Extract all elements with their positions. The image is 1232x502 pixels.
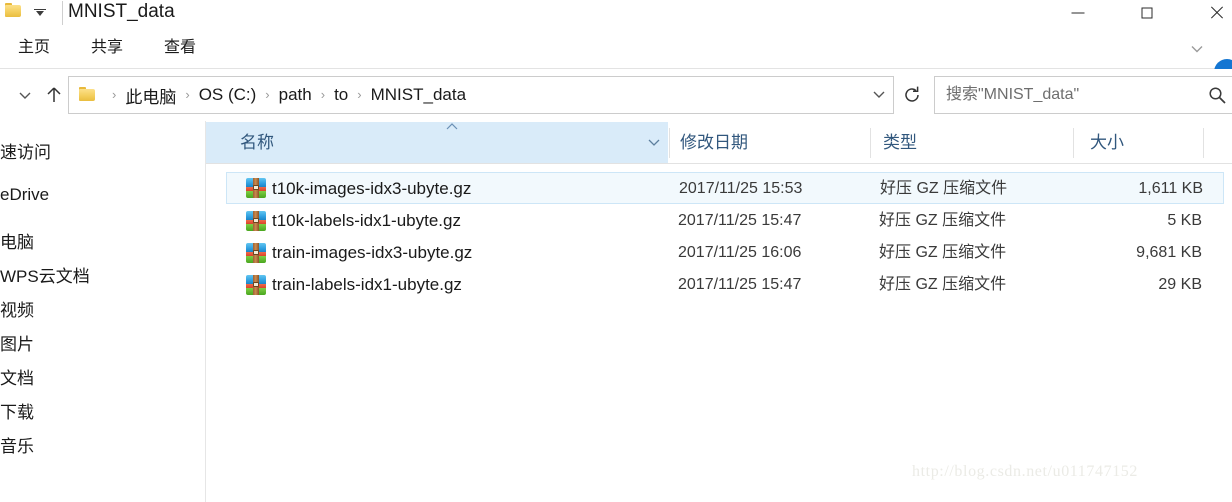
folder-icon — [79, 87, 96, 102]
breadcrumb-separator: › — [112, 86, 117, 102]
file-date: 2017/11/25 15:47 — [678, 276, 802, 293]
file-size: 1,611 KB — [1138, 180, 1203, 197]
close-button[interactable] — [1193, 0, 1232, 26]
archive-file-icon — [246, 178, 266, 198]
caret-up-icon — [446, 123, 458, 130]
refresh-button[interactable] — [896, 76, 928, 114]
window-title: MNIST_data — [68, 1, 175, 22]
file-name: train-labels-idx1-ubyte.gz — [272, 275, 462, 294]
up-button[interactable] — [38, 79, 70, 111]
breadcrumb-item-to[interactable]: to — [334, 85, 348, 105]
tab-view[interactable]: 查看 — [164, 28, 196, 68]
column-header-row: 名称 修改日期 类型 大小 — [206, 122, 1232, 164]
column-header-date[interactable]: 修改日期 — [670, 122, 870, 163]
column-header-type[interactable]: 类型 — [871, 122, 1073, 163]
file-name: t10k-labels-idx1-ubyte.gz — [272, 211, 461, 230]
minimize-button[interactable] — [1055, 0, 1101, 26]
table-row[interactable]: t10k-labels-idx1-ubyte.gz 2017/11/25 15:… — [226, 205, 1224, 237]
address-bar[interactable]: › 此电脑 › OS (C:) › path › to › MNIST_data — [68, 76, 894, 114]
tab-share[interactable]: 共享 — [91, 28, 123, 68]
title-separator — [62, 1, 63, 25]
sidebar-item-downloads[interactable]: 下载 — [0, 401, 34, 425]
breadcrumb-item-os-c[interactable]: OS (C:) — [199, 85, 257, 105]
file-type: 好压 GZ 压缩文件 — [879, 276, 1007, 293]
column-header-name-label: 名称 — [240, 133, 274, 152]
file-date: 2017/11/25 16:06 — [678, 244, 802, 261]
chevron-down-icon[interactable] — [646, 135, 662, 149]
close-icon — [1209, 6, 1223, 20]
file-name: t10k-images-idx3-ubyte.gz — [272, 179, 472, 198]
breadcrumb-separator: › — [320, 86, 326, 102]
maximize-icon — [1141, 7, 1153, 19]
customize-quick-access-toolbar-icon[interactable] — [31, 5, 49, 21]
table-row[interactable]: train-images-idx3-ubyte.gz 2017/11/25 16… — [226, 237, 1224, 269]
archive-file-icon — [246, 243, 266, 263]
breadcrumb: › 此电脑 › OS (C:) › path › to › MNIST_data — [103, 77, 466, 113]
chevron-down-icon — [19, 92, 31, 99]
tab-home[interactable]: 主页 — [18, 28, 50, 68]
sidebar-item-documents[interactable]: 文档 — [0, 367, 34, 391]
file-explorer-window: MNIST_data 主页 共享 查看 › 此电脑 › OS (C:) › pa… — [0, 0, 1232, 502]
maximize-button[interactable] — [1124, 0, 1170, 26]
recent-locations-button[interactable] — [9, 79, 41, 111]
watermark: http://blog.csdn.net/u011747152 — [912, 463, 1138, 480]
title-bar: MNIST_data — [0, 0, 1232, 28]
file-type: 好压 GZ 压缩文件 — [879, 244, 1007, 261]
sidebar-item-wps-cloud[interactable]: WPS云文档 — [0, 265, 90, 289]
refresh-icon — [905, 86, 919, 102]
file-date: 2017/11/25 15:53 — [679, 180, 803, 197]
archive-file-icon — [246, 275, 266, 295]
breadcrumb-separator: › — [185, 86, 190, 102]
sidebar-item-pictures[interactable]: 图片 — [0, 333, 34, 357]
file-size: 29 KB — [1158, 276, 1202, 293]
sidebar-item-quick-access[interactable]: 速访问 — [0, 141, 51, 165]
chevron-down-icon[interactable] — [1188, 40, 1206, 58]
search-icon[interactable] — [1207, 85, 1227, 105]
address-dropdown-button[interactable] — [864, 76, 893, 112]
address-toolbar: › 此电脑 › OS (C:) › path › to › MNIST_data — [0, 69, 1232, 121]
file-type: 好压 GZ 压缩文件 — [879, 212, 1007, 229]
search-box[interactable] — [934, 76, 1232, 114]
archive-file-icon — [246, 211, 266, 231]
breadcrumb-separator: › — [357, 86, 362, 102]
breadcrumb-item-path[interactable]: path — [279, 85, 312, 105]
folder-icon — [5, 3, 22, 18]
breadcrumb-item-this-pc[interactable]: 此电脑 — [125, 83, 176, 108]
column-header-size-label: 大小 — [1090, 133, 1124, 152]
file-type: 好压 GZ 压缩文件 — [880, 180, 1008, 197]
file-name: train-images-idx3-ubyte.gz — [272, 243, 473, 262]
file-size: 9,681 KB — [1136, 244, 1202, 261]
navigation-pane: 速访问 eDrive 电脑 WPS云文档 视频 图片 文档 下载 音乐 — [0, 121, 206, 502]
breadcrumb-separator: › — [265, 86, 270, 102]
sidebar-item-this-pc[interactable]: 电脑 — [0, 231, 34, 255]
table-row[interactable]: train-labels-idx1-ubyte.gz 2017/11/25 15… — [226, 269, 1224, 301]
column-header-date-label: 修改日期 — [680, 133, 748, 152]
minimize-icon — [1071, 12, 1085, 14]
chevron-down-icon — [873, 91, 884, 98]
column-header-size[interactable]: 大小 — [1074, 122, 1204, 163]
breadcrumb-item-mnist-data[interactable]: MNIST_data — [371, 85, 466, 105]
sidebar-item-music[interactable]: 音乐 — [0, 435, 34, 459]
sidebar-item-onedrive[interactable]: eDrive — [0, 183, 49, 207]
search-input[interactable] — [946, 77, 1196, 113]
column-header-name[interactable]: 名称 — [206, 122, 668, 163]
file-list: t10k-images-idx3-ubyte.gz 2017/11/25 15:… — [206, 164, 1232, 502]
table-row[interactable]: t10k-images-idx3-ubyte.gz 2017/11/25 15:… — [226, 172, 1224, 204]
column-header-type-label: 类型 — [883, 133, 917, 152]
column-divider[interactable] — [1203, 128, 1204, 158]
file-date: 2017/11/25 15:47 — [678, 212, 802, 229]
arrow-up-icon — [47, 87, 61, 102]
file-size: 5 KB — [1167, 212, 1202, 229]
sidebar-item-videos[interactable]: 视频 — [0, 299, 34, 323]
ribbon-tab-strip: 主页 共享 查看 — [0, 28, 1232, 85]
